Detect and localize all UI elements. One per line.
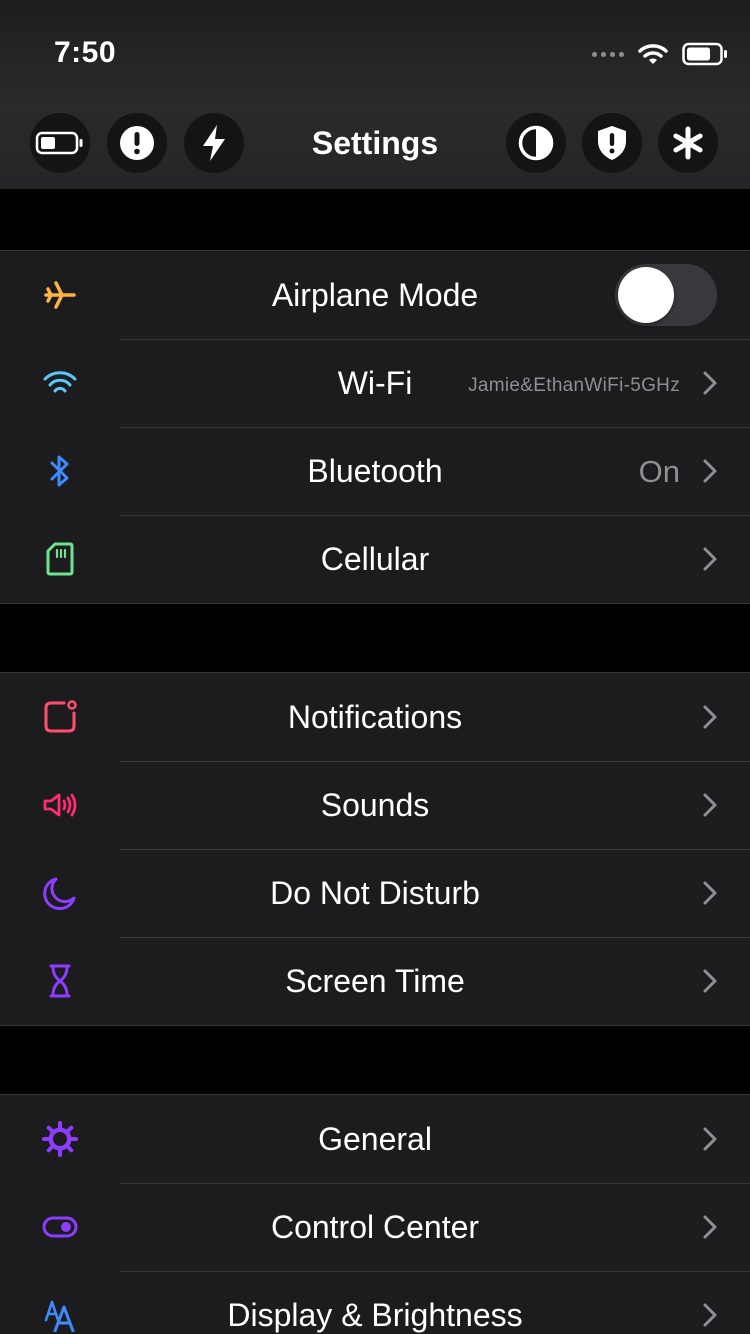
row-label: Do Not Disturb — [270, 875, 480, 911]
status-time: 7:50 — [54, 36, 117, 69]
hourglass-icon — [40, 963, 80, 999]
text-size-icon — [40, 1297, 80, 1333]
speaker-icon — [40, 787, 80, 823]
bluetooth-row[interactable]: Bluetooth On — [0, 427, 750, 515]
display-brightness-row[interactable]: Display & Brightness — [0, 1271, 750, 1334]
wifi-row[interactable]: Wi-Fi Jamie&EthanWiFi-5GHz — [0, 339, 750, 427]
notifications-group: Notifications Sounds Do Not Disturb Scre… — [0, 672, 750, 1026]
status-indicators — [592, 38, 728, 70]
alert-button[interactable] — [107, 113, 167, 173]
battery-icon — [35, 131, 83, 155]
chevron-right-icon — [703, 459, 717, 483]
airplane-mode-toggle[interactable] — [615, 264, 717, 326]
toolbar: Settings — [0, 113, 750, 175]
connectivity-group: Airplane Mode Wi-Fi Jamie&EthanWiFi-5GHz… — [0, 250, 750, 604]
gear-icon — [40, 1121, 80, 1157]
shield-alert-icon — [598, 126, 626, 160]
chevron-right-icon — [703, 1127, 717, 1151]
chevron-right-icon — [703, 881, 717, 905]
switch-icon — [40, 1209, 80, 1245]
chevron-right-icon — [703, 547, 717, 571]
bluetooth-icon — [40, 453, 80, 489]
row-label: Sounds — [320, 787, 430, 823]
battery-toggle-button[interactable] — [30, 113, 90, 173]
row-label: Bluetooth — [307, 453, 443, 489]
chevron-right-icon — [703, 969, 717, 993]
notifications-row[interactable]: Notifications — [0, 673, 750, 761]
airplane-icon — [40, 277, 80, 313]
row-label: Control Center — [270, 1209, 480, 1245]
sim-card-icon — [40, 541, 80, 577]
chevron-right-icon — [703, 793, 717, 817]
control-center-row[interactable]: Control Center — [0, 1183, 750, 1271]
general-group: General Control Center Display & Brightn… — [0, 1094, 750, 1334]
cellular-row[interactable]: Cellular — [0, 515, 750, 603]
asterisk-icon — [673, 126, 703, 160]
bluetooth-status: On — [638, 454, 680, 489]
row-label: Notifications — [287, 699, 463, 735]
wifi-status-icon — [638, 44, 668, 64]
do-not-disturb-row[interactable]: Do Not Disturb — [0, 849, 750, 937]
asterisk-button[interactable] — [658, 113, 718, 173]
notification-icon — [40, 699, 80, 735]
chevron-right-icon — [703, 1303, 717, 1327]
bolt-icon — [203, 125, 225, 161]
shield-button[interactable] — [582, 113, 642, 173]
contrast-button[interactable] — [506, 113, 566, 173]
toggle-knob — [618, 267, 674, 323]
chevron-right-icon — [703, 705, 717, 729]
bolt-button[interactable] — [184, 113, 244, 173]
cellular-signal-icon — [592, 51, 624, 57]
wifi-icon — [40, 365, 80, 401]
header: 7:50 Settings — [0, 0, 750, 189]
row-label: Cellular — [320, 541, 430, 577]
contrast-icon — [518, 125, 554, 161]
row-label: Display & Brightness — [227, 1297, 523, 1333]
battery-status-icon — [682, 42, 727, 66]
moon-icon — [40, 875, 80, 911]
chevron-right-icon — [703, 371, 717, 395]
row-label: General — [318, 1121, 432, 1157]
chevron-right-icon — [703, 1215, 717, 1239]
row-label: Screen Time — [285, 963, 465, 999]
airplane-mode-row[interactable]: Airplane Mode — [0, 251, 750, 339]
wifi-network-name: Jamie&EthanWiFi-5GHz — [468, 375, 680, 396]
screen-time-row[interactable]: Screen Time — [0, 937, 750, 1025]
general-row[interactable]: General — [0, 1095, 750, 1183]
sounds-row[interactable]: Sounds — [0, 761, 750, 849]
alert-icon — [120, 126, 154, 160]
